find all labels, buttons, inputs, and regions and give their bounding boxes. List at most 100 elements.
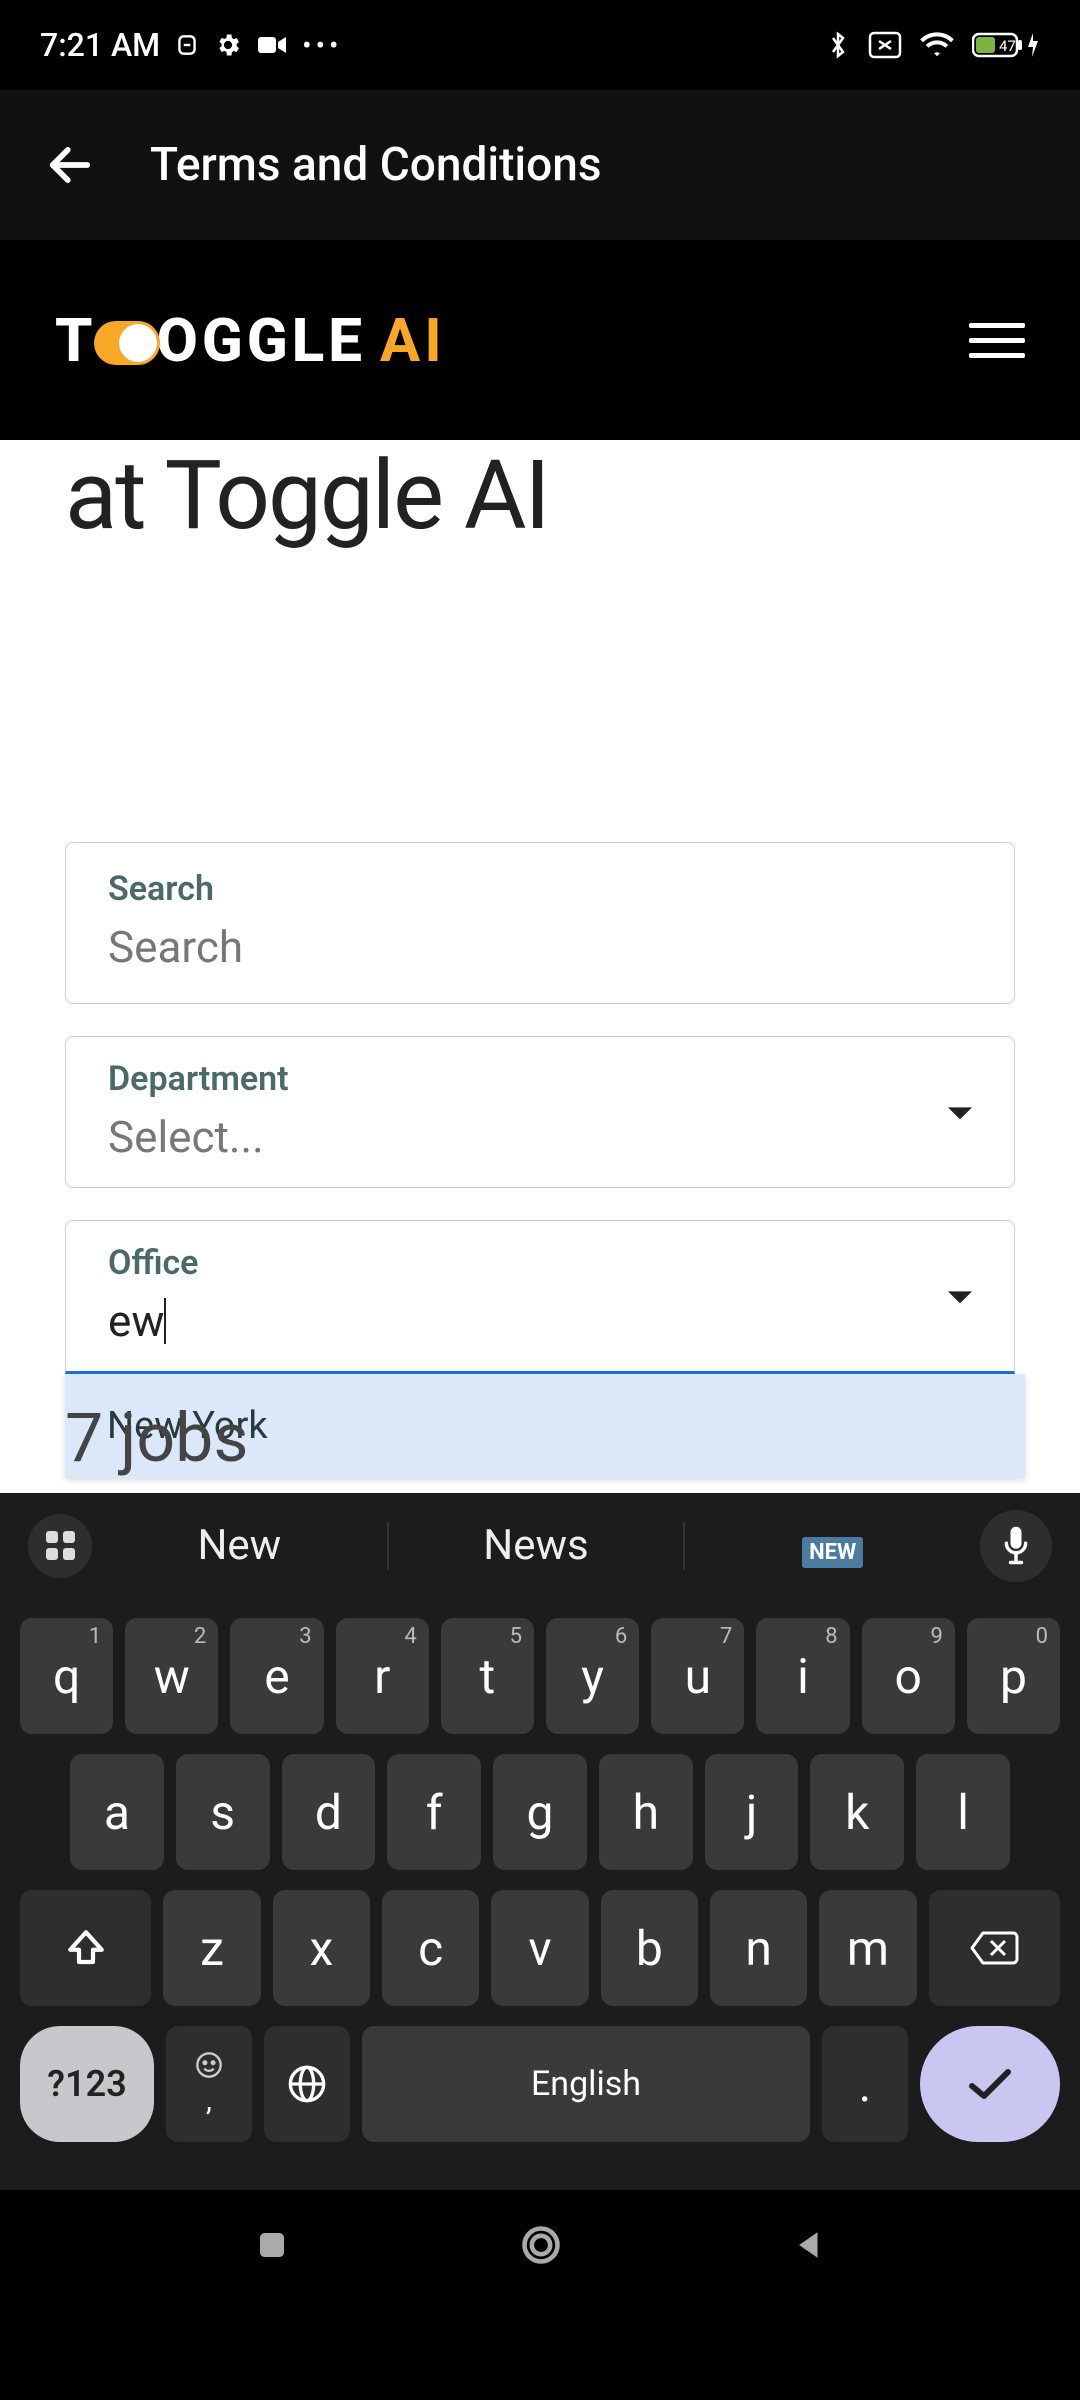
language-key[interactable] [264,2026,350,2142]
search-placeholder: Search [108,921,972,973]
wifi-icon [920,31,954,59]
space-key[interactable]: English [362,2026,810,2142]
video-camera-icon [256,33,288,57]
microphone-icon [999,1524,1033,1568]
suggestion-new-badge[interactable]: NEW [697,1521,968,1570]
screen-cast-icon [868,31,902,59]
key-y[interactable]: y6 [546,1618,639,1734]
key-b[interactable]: b [601,1890,698,2006]
key-e[interactable]: e3 [230,1618,323,1734]
app-header: Terms and Conditions [0,90,1080,240]
department-field[interactable]: Department Select... [65,1036,1015,1188]
keyboard-row-2: asdfghjkl [10,1754,1070,1870]
key-x[interactable]: x [273,1890,370,2006]
logo-toggle-icon [94,321,160,365]
recent-icon [254,2227,290,2263]
comma-char: , [206,2083,212,2118]
toggle-ai-logo: T OGGLE AI [55,305,446,376]
recent-apps-button[interactable] [254,2227,290,2263]
bluetooth-icon [826,29,850,61]
key-w[interactable]: w2 [125,1618,218,1734]
key-z[interactable]: z [163,1890,260,2006]
check-icon [966,2066,1014,2102]
status-right: 47 [826,29,1040,61]
key-p[interactable]: p0 [967,1618,1060,1734]
search-field[interactable]: Search Search [65,842,1015,1004]
logo-oggle: OGGLE [157,305,366,376]
main-content: at Toggle AI Search Search Department Se… [0,440,1080,1493]
key-f[interactable]: f [387,1754,481,1870]
keyboard: q1w2e3r4t5y6u7i8o9p0 asdfghjkl zxcvbnm ?… [0,1598,1080,2190]
key-d[interactable]: d [282,1754,376,1870]
office-label: Office [108,1243,972,1283]
more-dots-icon: ••• [302,29,342,62]
enter-key[interactable] [920,2026,1060,2142]
back-button[interactable] [40,135,100,195]
keyboard-row-1: q1w2e3r4t5y6u7i8o9p0 [10,1618,1070,1734]
key-q[interactable]: q1 [20,1618,113,1734]
shift-icon [65,1927,107,1969]
separator [683,1522,685,1570]
key-u[interactable]: u7 [651,1618,744,1734]
department-label: Department [108,1059,972,1099]
period-key[interactable]: . [822,2026,908,2142]
suggestion-news[interactable]: News [401,1521,672,1570]
jobs-count: 7 jobs [65,1398,248,1478]
status-left: 7:21 AM ••• [40,26,343,64]
office-input[interactable]: ew [108,1295,972,1347]
key-k[interactable]: k [810,1754,904,1870]
globe-icon [287,2064,327,2104]
key-g[interactable]: g [493,1754,587,1870]
key-l[interactable]: l [916,1754,1010,1870]
back-nav-button[interactable] [792,2228,826,2262]
page-title: Terms and Conditions [150,138,602,192]
status-time: 7:21 AM [40,26,160,64]
key-j[interactable]: j [705,1754,799,1870]
backspace-icon [969,1929,1019,1967]
department-placeholder: Select... [108,1111,972,1163]
key-c[interactable]: c [382,1890,479,2006]
svg-text:47: 47 [999,37,1016,55]
text-cursor [164,1298,166,1344]
keyboard-row-3: zxcvbnm [10,1890,1070,2006]
logo-ai: AI [380,305,446,376]
hamburger-menu-button[interactable] [969,323,1025,358]
emoji-comma-key[interactable]: , [166,2026,252,2142]
new-badge: NEW [802,1537,863,1568]
settings-gear-icon [214,31,242,59]
voice-input-button[interactable] [980,1510,1052,1582]
office-field[interactable]: Office ew [65,1220,1015,1374]
key-a[interactable]: a [70,1754,164,1870]
suggestion-new[interactable]: New [104,1521,375,1570]
key-n[interactable]: n [710,1890,807,2006]
clipboard-grid-button[interactable] [28,1514,92,1578]
key-s[interactable]: s [176,1754,270,1870]
emoji-icon [195,2051,223,2079]
android-nav-bar [0,2190,1080,2300]
battery-icon: 47 [972,31,1040,59]
key-r[interactable]: r4 [336,1618,429,1734]
key-t[interactable]: t5 [441,1618,534,1734]
chevron-down-icon [946,1289,974,1311]
heading-at-toggle-ai: at Toggle AI [65,440,1015,552]
arrow-left-icon [44,139,96,191]
separator [387,1522,389,1570]
key-h[interactable]: h [599,1754,693,1870]
brand-bar: T OGGLE AI [0,240,1080,440]
office-value: ew [108,1295,164,1347]
keyboard-row-4: ?123 , English . [10,2026,1070,2142]
home-button[interactable] [519,2223,563,2267]
search-label: Search [108,869,972,909]
home-circle-icon [519,2223,563,2267]
app-indicator-icon [174,32,200,58]
key-v[interactable]: v [491,1890,588,2006]
key-m[interactable]: m [819,1890,916,2006]
keyboard-suggestion-bar: New News NEW [0,1493,1080,1598]
key-o[interactable]: o9 [862,1618,955,1734]
symbols-key[interactable]: ?123 [20,2026,154,2142]
key-i[interactable]: i8 [756,1618,849,1734]
backspace-key[interactable] [929,1890,1060,2006]
shift-key[interactable] [20,1890,151,2006]
logo-t: T [55,305,97,376]
back-triangle-icon [792,2228,826,2262]
